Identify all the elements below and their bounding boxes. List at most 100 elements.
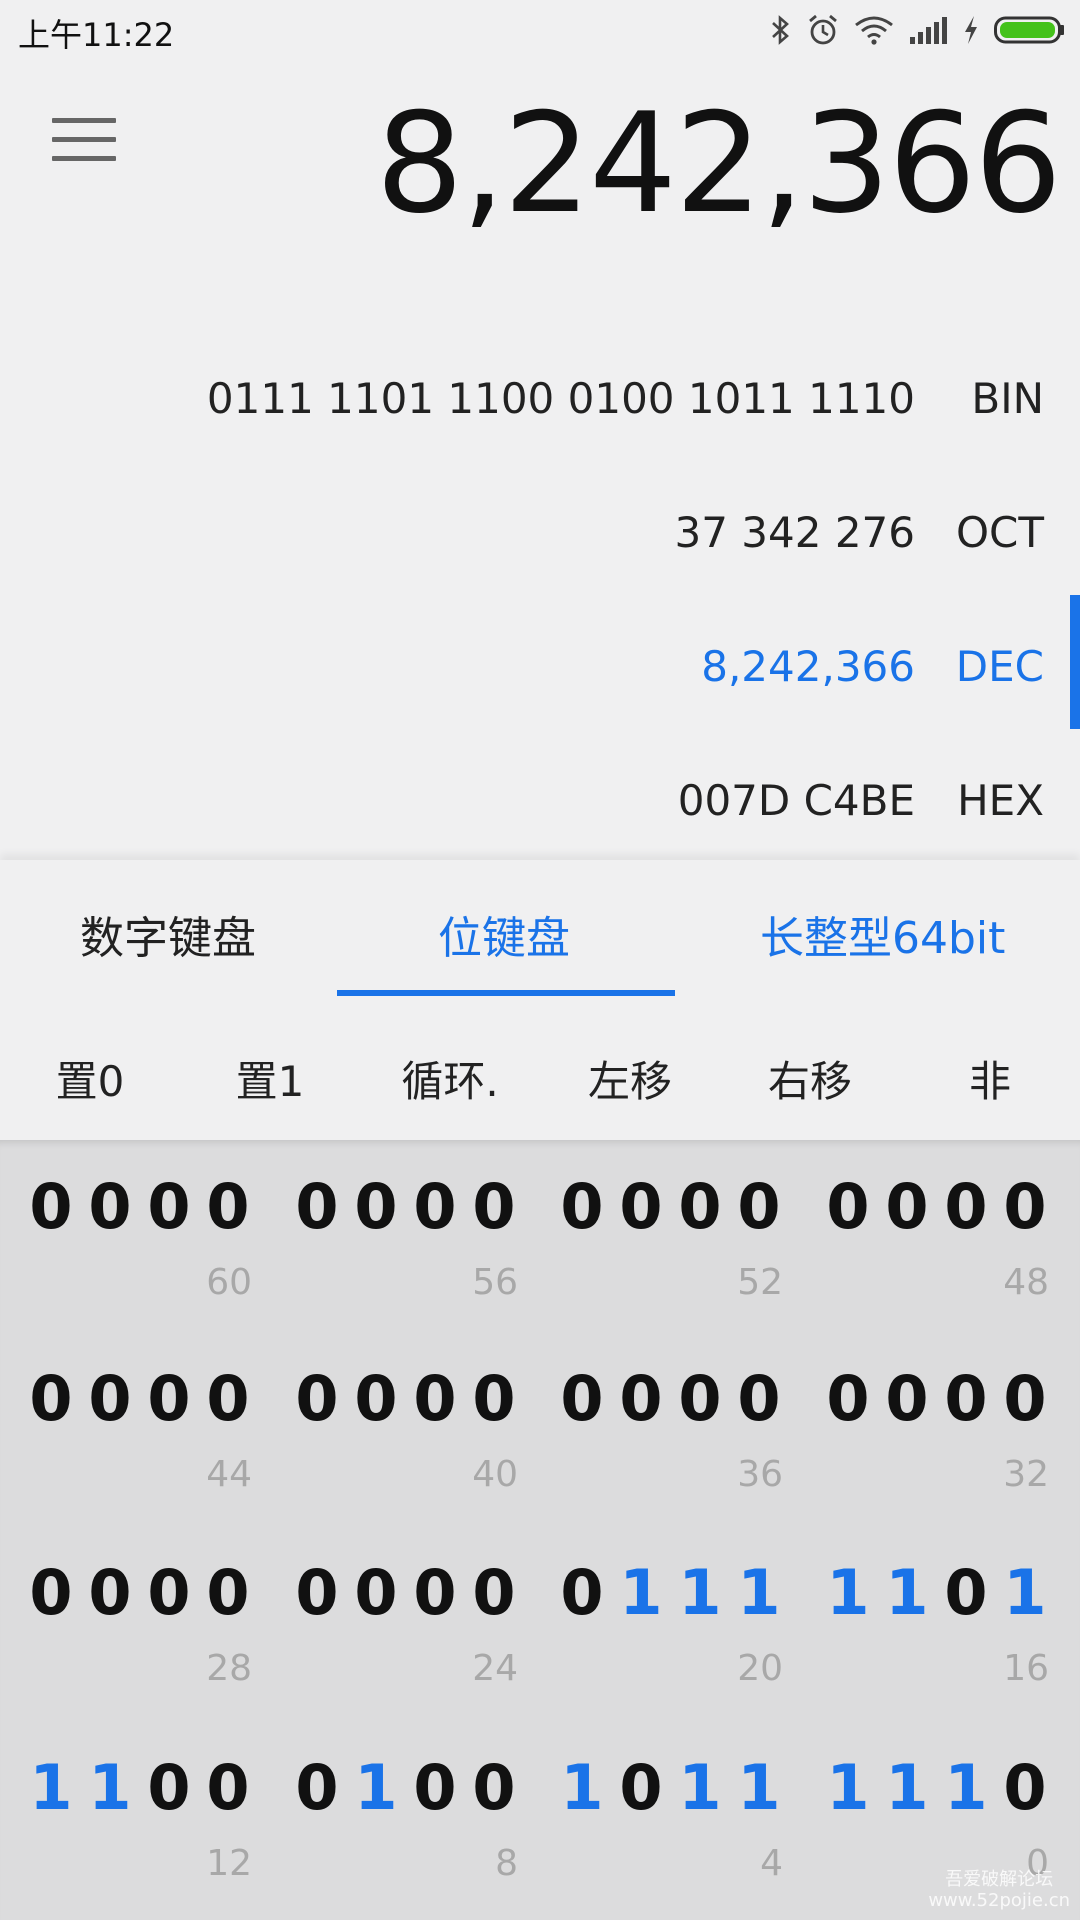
bit-toggle[interactable]: 0 <box>22 1170 80 1243</box>
base-row-dec[interactable]: 8,242,366 DEC <box>0 616 1080 716</box>
bit-toggle[interactable]: 0 <box>996 1362 1054 1435</box>
wifi-icon <box>854 15 894 45</box>
bit-toggle[interactable]: 0 <box>81 1170 139 1243</box>
bit-toggle[interactable]: 0 <box>465 1362 523 1435</box>
bit-toggle[interactable]: 0 <box>140 1362 198 1435</box>
bit-toggle[interactable]: 0 <box>553 1362 611 1435</box>
op-set1-button[interactable]: 置1 <box>180 1048 360 1109</box>
bit-toggle[interactable]: 0 <box>140 1170 198 1243</box>
bit-toggle[interactable]: 0 <box>819 1362 877 1435</box>
bit-ops-bar: 置0 置1 循环. 左移 右移 非 <box>0 1000 1080 1140</box>
bit-toggle[interactable]: 1 <box>996 1556 1054 1629</box>
signal-icon <box>908 15 948 45</box>
base-row-hex[interactable]: 007D C4BE HEX <box>0 750 1080 850</box>
bit-index-label: 16 <box>1003 1648 1049 1689</box>
hex-value: 007D C4BE <box>677 776 915 825</box>
bit-toggle[interactable]: 1 <box>81 1751 139 1824</box>
bit-toggle[interactable]: 0 <box>878 1170 936 1243</box>
op-not-button[interactable]: 非 <box>900 1048 1080 1109</box>
tab-indicator <box>337 990 675 996</box>
bit-index-label: 52 <box>737 1262 783 1303</box>
bit-toggle[interactable]: 1 <box>22 1751 80 1824</box>
status-bar: 上午11:22 <box>0 0 1080 60</box>
bit-toggle[interactable]: 0 <box>465 1751 523 1824</box>
bit-toggle[interactable]: 1 <box>671 1556 729 1629</box>
bit-toggle[interactable]: 1 <box>347 1751 405 1824</box>
bit-toggle[interactable]: 0 <box>199 1362 257 1435</box>
bit-toggle[interactable]: 0 <box>288 1751 346 1824</box>
bit-toggle[interactable]: 0 <box>996 1170 1054 1243</box>
bit-toggle[interactable]: 0 <box>612 1751 670 1824</box>
bit-index-label: 8 <box>495 1843 518 1884</box>
bit-toggle[interactable]: 0 <box>406 1556 464 1629</box>
bit-toggle[interactable]: 0 <box>406 1751 464 1824</box>
bit-toggle[interactable]: 0 <box>199 1170 257 1243</box>
base-row-oct[interactable]: 37 342 276 OCT <box>0 482 1080 582</box>
bit-toggle[interactable]: 0 <box>199 1751 257 1824</box>
op-shift-right-button[interactable]: 右移 <box>720 1048 900 1109</box>
bit-toggle[interactable]: 0 <box>878 1362 936 1435</box>
bit-toggle[interactable]: 1 <box>730 1556 788 1629</box>
bit-index-label: 28 <box>206 1648 252 1689</box>
bit-toggle[interactable]: 0 <box>406 1170 464 1243</box>
bit-toggle[interactable]: 0 <box>671 1170 729 1243</box>
bit-toggle[interactable]: 1 <box>730 1751 788 1824</box>
op-shift-left-button[interactable]: 左移 <box>540 1048 720 1109</box>
bit-toggle[interactable]: 0 <box>81 1556 139 1629</box>
bit-toggle[interactable]: 0 <box>937 1170 995 1243</box>
bit-toggle[interactable]: 0 <box>347 1362 405 1435</box>
bit-toggle[interactable]: 0 <box>553 1170 611 1243</box>
bit-toggle[interactable]: 0 <box>612 1170 670 1243</box>
charging-icon <box>962 14 980 46</box>
bit-toggle[interactable]: 0 <box>671 1362 729 1435</box>
bit-toggle[interactable]: 1 <box>553 1751 611 1824</box>
bit-toggle[interactable]: 0 <box>406 1362 464 1435</box>
op-rotate-button[interactable]: 循环. <box>360 1048 540 1109</box>
bit-toggle[interactable]: 0 <box>288 1556 346 1629</box>
bit-toggle[interactable]: 0 <box>81 1362 139 1435</box>
bit-toggle[interactable]: 0 <box>465 1170 523 1243</box>
tab-number-keypad[interactable]: 数字键盘 <box>80 902 256 966</box>
bit-toggle[interactable]: 0 <box>465 1556 523 1629</box>
bit-index-label: 4 <box>760 1843 783 1884</box>
dec-label: DEC <box>955 642 1044 691</box>
bit-index-label: 36 <box>737 1454 783 1495</box>
bit-toggle[interactable]: 0 <box>730 1362 788 1435</box>
bit-toggle[interactable]: 0 <box>22 1556 80 1629</box>
bit-toggle[interactable]: 0 <box>288 1170 346 1243</box>
watermark: 吾爱破解论坛 www.52pojie.cn <box>928 1869 1070 1912</box>
bit-toggle[interactable]: 0 <box>347 1556 405 1629</box>
bit-toggle[interactable]: 0 <box>22 1362 80 1435</box>
bit-toggle[interactable]: 0 <box>937 1362 995 1435</box>
bit-toggle[interactable]: 1 <box>819 1556 877 1629</box>
status-icons <box>770 10 1066 50</box>
bit-toggle[interactable]: 0 <box>553 1556 611 1629</box>
bit-toggle[interactable]: 0 <box>937 1556 995 1629</box>
base-row-bin[interactable]: 0111 1101 1100 0100 1011 1110 BIN <box>0 348 1080 448</box>
bit-toggle[interactable]: 0 <box>996 1751 1054 1824</box>
bit-toggle[interactable]: 0 <box>347 1170 405 1243</box>
bit-toggle[interactable]: 0 <box>819 1170 877 1243</box>
watermark-line1: 吾爱破解论坛 <box>945 1868 1054 1890</box>
tab-bit-keypad[interactable]: 位键盘 <box>438 902 570 966</box>
bit-toggle[interactable]: 1 <box>937 1751 995 1824</box>
result-display: 8,242,366 <box>375 83 1062 244</box>
bit-toggle[interactable]: 1 <box>878 1556 936 1629</box>
oct-value: 37 342 276 <box>674 508 915 557</box>
bit-toggle[interactable]: 0 <box>730 1170 788 1243</box>
bit-toggle[interactable]: 0 <box>288 1362 346 1435</box>
bit-toggle[interactable]: 0 <box>140 1556 198 1629</box>
bit-toggle[interactable]: 1 <box>612 1556 670 1629</box>
bit-toggle[interactable]: 1 <box>671 1751 729 1824</box>
op-set0-button[interactable]: 置0 <box>0 1048 180 1109</box>
bit-toggle[interactable]: 0 <box>199 1556 257 1629</box>
active-base-indicator <box>1070 595 1080 729</box>
bit-toggle[interactable]: 0 <box>612 1362 670 1435</box>
bit-toggle[interactable]: 1 <box>819 1751 877 1824</box>
bit-toggle[interactable]: 0 <box>140 1751 198 1824</box>
bit-index-label: 48 <box>1003 1262 1049 1303</box>
battery-fill <box>1000 22 1055 38</box>
menu-icon[interactable] <box>52 118 116 168</box>
bit-toggle[interactable]: 1 <box>878 1751 936 1824</box>
tab-word-size[interactable]: 长整型64bit <box>760 902 1005 966</box>
